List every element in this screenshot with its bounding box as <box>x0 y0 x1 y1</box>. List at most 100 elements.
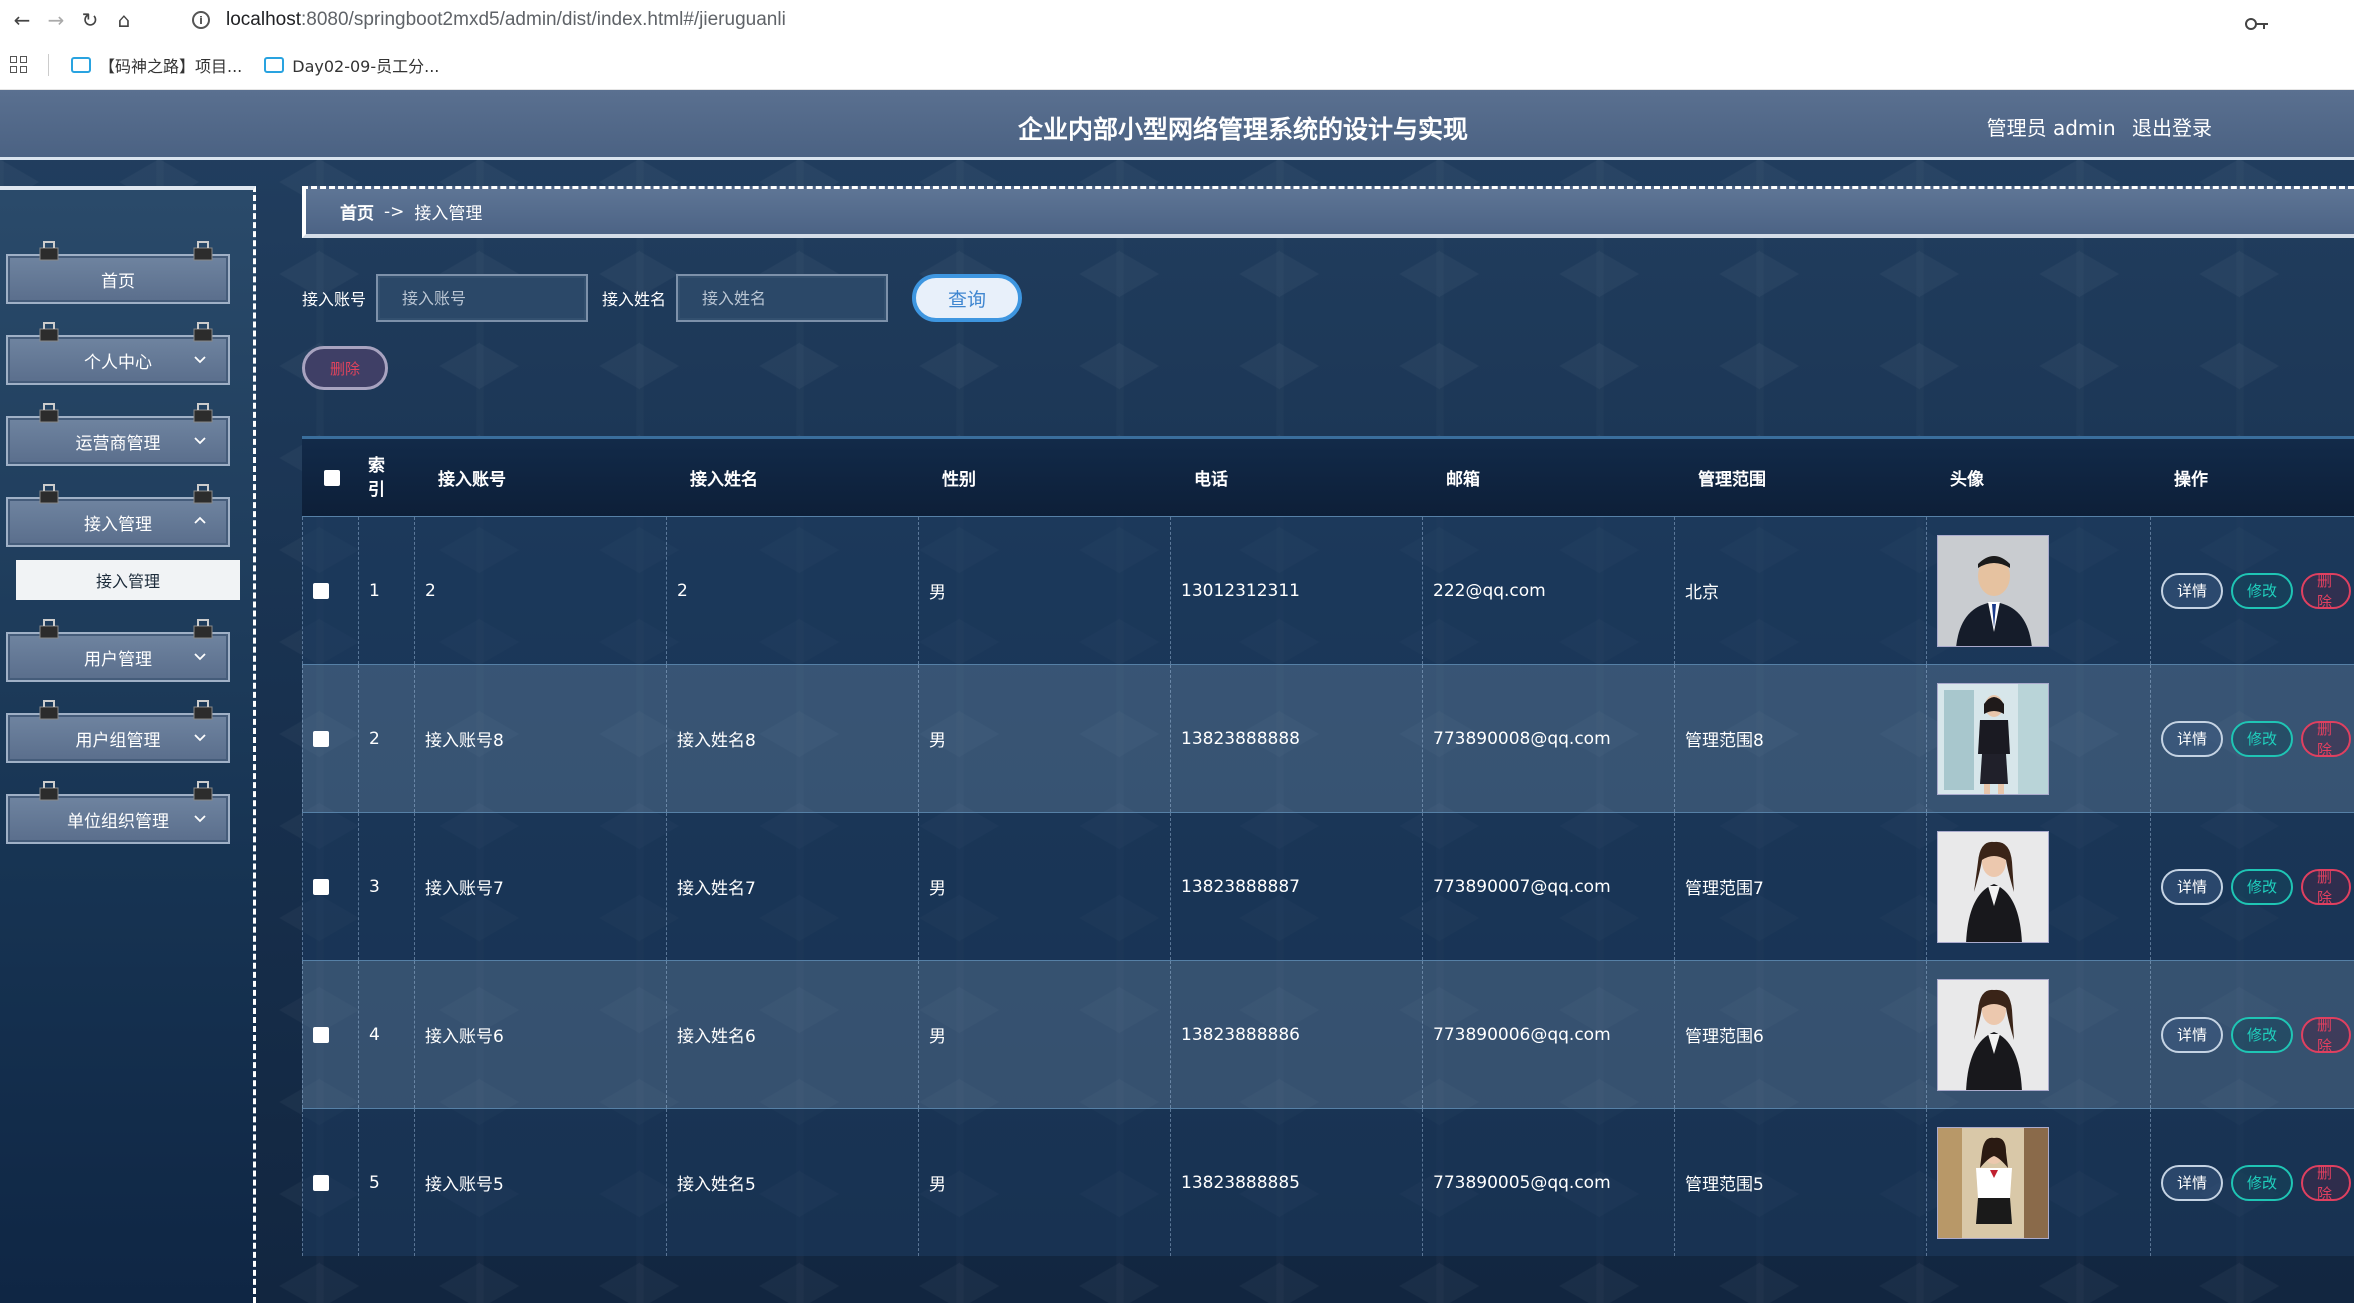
detail-button[interactable]: 详情 <box>2161 1016 2224 1053</box>
row-actions: 详情 修改 删除 <box>2161 1016 2352 1055</box>
app-container: 企业内部小型网络管理系统的设计与实现 管理员 admin 退出登录 首页 个人中… <box>0 90 2354 1303</box>
header-phone: 电话 <box>1194 470 1228 490</box>
detail-button[interactable]: 详情 <box>2161 720 2224 757</box>
cell-name: 接入姓名6 <box>666 961 918 1108</box>
binder-clip-icon <box>39 322 59 342</box>
row-actions: 详情 修改 删除 <box>2161 720 2352 759</box>
home-icon[interactable]: ⌂ <box>112 8 136 32</box>
row-checkbox[interactable] <box>313 730 329 747</box>
detail-button[interactable]: 详情 <box>2161 1164 2224 1201</box>
avatar-cell <box>1926 961 2150 1108</box>
delete-button[interactable]: 删除 <box>2301 1164 2352 1203</box>
apps-grid-icon[interactable] <box>10 55 28 74</box>
forward-arrow-icon[interactable]: → <box>44 8 68 32</box>
avatar-image <box>1937 1126 2049 1239</box>
account-label: 接入账号 <box>302 290 367 309</box>
cell-gender: 男 <box>918 665 1170 812</box>
batch-delete-button[interactable]: 删除 <box>302 346 388 390</box>
detail-button[interactable]: 详情 <box>2161 572 2224 609</box>
bookmark-item[interactable]: Day02-09-员工分... <box>264 53 439 77</box>
delete-button[interactable]: 删除 <box>2301 572 2352 611</box>
header-index: 索引 <box>368 455 385 500</box>
row-select-cell <box>302 1109 358 1256</box>
sidebar-item-label: 单位组织管理 <box>67 811 169 832</box>
sidebar-item-users[interactable]: 用户管理 <box>6 619 230 682</box>
bookmark-divider <box>48 53 49 76</box>
sidebar-subitem-access[interactable]: 接入管理 <box>16 560 240 600</box>
detail-button[interactable]: 详情 <box>2161 868 2224 905</box>
chevron-down-icon <box>194 356 206 364</box>
sidebar-item-home[interactable]: 首页 <box>6 241 230 304</box>
back-arrow-icon[interactable]: ← <box>10 8 34 32</box>
binder-clip-icon <box>39 241 59 261</box>
binder-clip-icon <box>193 700 213 720</box>
sidebar-item-user-groups[interactable]: 用户组管理 <box>6 700 230 763</box>
cell-phone: 13823888885 <box>1170 1109 1422 1256</box>
cell-index: 1 <box>358 517 414 664</box>
query-button[interactable]: 查询 <box>912 274 1023 322</box>
binder-clip-icon <box>39 781 59 801</box>
delete-button[interactable]: 删除 <box>2301 720 2352 759</box>
address-bar[interactable]: i localhost:8080/springboot2mxd5/admin/d… <box>180 4 2290 36</box>
delete-button[interactable]: 删除 <box>2301 868 2352 907</box>
cell-index: 4 <box>358 961 414 1108</box>
site-info-icon[interactable]: i <box>192 11 210 29</box>
header-name: 接入姓名 <box>690 470 758 490</box>
breadcrumb-separator: -> <box>384 201 405 222</box>
binder-clip-icon <box>39 484 59 504</box>
avatar-cell <box>1926 665 2150 812</box>
table-body: 1 2 2 男 13012312311 222@qq.com 北京 详情 修改 删除 2 接入账号8 接… <box>302 516 2354 1256</box>
binder-clip-icon <box>39 403 59 423</box>
row-actions: 详情 修改 删除 <box>2161 868 2352 907</box>
bilibili-tv-icon <box>264 56 285 73</box>
delete-button[interactable]: 删除 <box>2301 1016 2352 1055</box>
table-row: 4 接入账号6 接入姓名6 男 13823888886 773890006@qq.com 管… <box>302 960 2354 1108</box>
sidebar-item-label: 用户管理 <box>84 649 152 670</box>
breadcrumb-current: 接入管理 <box>414 204 483 224</box>
header-email: 邮箱 <box>1446 470 1480 490</box>
edit-button[interactable]: 修改 <box>2231 1164 2294 1201</box>
cell-email: 773890008@qq.com <box>1422 665 1674 812</box>
password-key-icon[interactable] <box>2244 13 2270 35</box>
cell-gender: 男 <box>918 961 1170 1108</box>
reload-icon[interactable]: ↻ <box>78 8 102 32</box>
row-checkbox[interactable] <box>313 878 329 895</box>
avatar-image <box>1937 830 2049 943</box>
breadcrumb: 首页 -> 接入管理 <box>302 186 2354 238</box>
sidebar-item-profile[interactable]: 个人中心 <box>6 322 230 385</box>
binder-clip-icon <box>193 322 213 342</box>
cell-scope: 管理范围6 <box>1674 961 1926 1108</box>
edit-button[interactable]: 修改 <box>2231 572 2294 609</box>
cell-email: 222@qq.com <box>1422 517 1674 664</box>
account-search-input[interactable] <box>376 274 589 322</box>
logout-link[interactable]: 退出登录 <box>2132 116 2212 140</box>
header-account: 接入账号 <box>438 470 506 490</box>
bookmark-item[interactable]: 【码神之路】项目... <box>71 53 242 77</box>
name-search-input[interactable] <box>676 274 889 322</box>
access-table: 索引 接入账号 接入姓名 性别 电话 邮箱 管理范围 头像 操作 1 2 2 男 130… <box>302 436 2354 1256</box>
breadcrumb-home[interactable]: 首页 <box>340 199 374 224</box>
sidebar-item-label: 接入管理 <box>84 514 152 535</box>
edit-button[interactable]: 修改 <box>2231 1016 2294 1053</box>
sidebar-item-carrier[interactable]: 运营商管理 <box>6 403 230 466</box>
row-actions-cell: 详情 修改 删除 <box>2150 665 2354 812</box>
table-row: 1 2 2 男 13012312311 222@qq.com 北京 详情 修改 删除 <box>302 516 2354 664</box>
sidebar-item-org-units[interactable]: 单位组织管理 <box>6 781 230 844</box>
cell-name: 接入姓名7 <box>666 813 918 960</box>
cell-scope: 管理范围8 <box>1674 665 1926 812</box>
row-checkbox[interactable] <box>313 582 329 599</box>
avatar-image <box>1937 682 2049 795</box>
row-actions: 详情 修改 删除 <box>2161 1164 2352 1203</box>
select-all-checkbox[interactable] <box>324 469 340 486</box>
sidebar-item-access[interactable]: 接入管理 <box>6 484 230 547</box>
row-checkbox[interactable] <box>313 1026 329 1043</box>
edit-button[interactable]: 修改 <box>2231 868 2294 905</box>
edit-button[interactable]: 修改 <box>2231 720 2294 757</box>
name-label: 接入姓名 <box>602 290 667 309</box>
table-header: 索引 接入账号 接入姓名 性别 电话 邮箱 管理范围 头像 操作 <box>302 436 2354 516</box>
row-actions-cell: 详情 修改 删除 <box>2150 1109 2354 1256</box>
cell-email: 773890006@qq.com <box>1422 961 1674 1108</box>
sidebar-item-label: 用户组管理 <box>75 730 161 751</box>
row-checkbox[interactable] <box>313 1174 329 1191</box>
cell-name: 2 <box>666 517 918 664</box>
